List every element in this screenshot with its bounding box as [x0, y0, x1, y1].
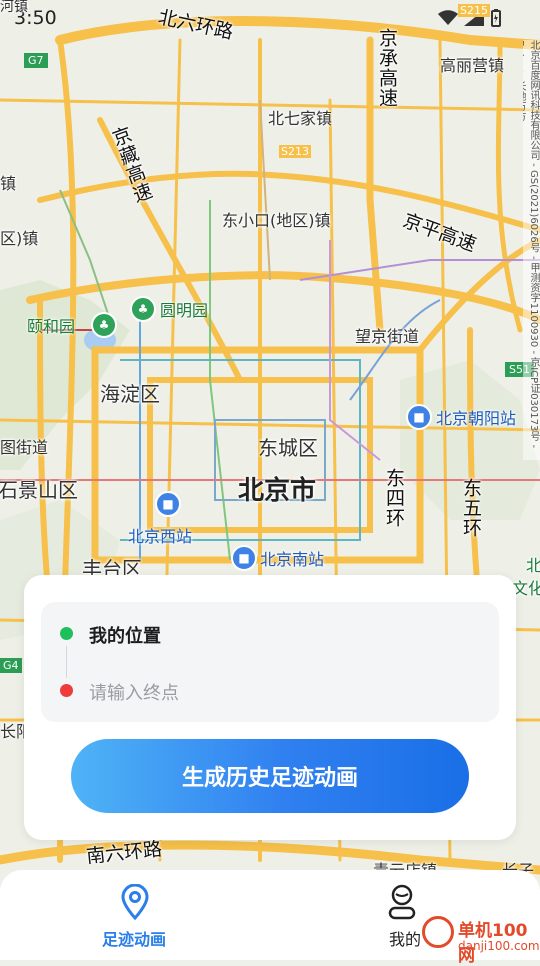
place-dongxiaokou: 东小口(地区)镇 — [222, 211, 331, 230]
poi-yiheyuan-pin[interactable]: ♣ — [91, 312, 117, 338]
train-icon: ■ — [413, 410, 425, 424]
generate-animation-button[interactable]: 生成历史足迹动画 — [71, 739, 469, 813]
location-pin-icon — [121, 884, 149, 920]
brand-logo-icon — [422, 916, 454, 948]
map-attribution: 北京百度网讯科技有限公司 - GS(2021)6026号 - 甲测资字11009… — [523, 40, 540, 460]
road-shield-s213: S213 — [279, 145, 311, 158]
place-shijingshan: 石景山区 — [0, 478, 78, 502]
park-icon: ♣ — [137, 302, 149, 316]
poi-yiheyuan[interactable]: 颐和园 — [27, 313, 75, 337]
park-icon: ♣ — [98, 318, 110, 332]
place-gaoliying: 高丽营镇 — [440, 56, 505, 75]
place-partial-wenhua: 文化 — [512, 579, 540, 598]
road-label-east5: 东五环 — [460, 478, 482, 538]
brand-url: danji100.com — [458, 939, 540, 953]
station-nanzhan-pin[interactable]: ■ — [231, 545, 257, 571]
origin-dot-icon — [60, 627, 73, 640]
route-card: 我的位置 请输入终点 生成历史足迹动画 — [24, 575, 516, 840]
place-beijing: 北京市 — [238, 476, 317, 506]
destination-dot-icon — [60, 684, 73, 697]
place-dongcheng: 东城区 — [258, 436, 318, 460]
station-xizhan[interactable]: 北京西站 — [128, 523, 192, 547]
place-partial-jiedao: 图街道 — [0, 438, 49, 457]
place-partial-qu-zhen: 区)镇 — [0, 229, 39, 248]
train-icon: ■ — [238, 551, 250, 565]
road-shield-g4: G4 — [0, 658, 22, 673]
user-icon — [388, 884, 416, 920]
battery-icon — [491, 9, 501, 27]
place-beiqijia: 北七家镇 — [268, 109, 333, 128]
brand-watermark: 单机100网 danji100.com — [420, 912, 540, 966]
road-label-east4: 东四环 — [383, 468, 405, 528]
place-partial-zhen: 镇 — [0, 174, 17, 193]
train-icon: ■ — [162, 497, 174, 511]
tab-footprint-animation[interactable]: 足迹动画 — [0, 870, 270, 960]
road-label-jingcheng: 京承高速 — [376, 28, 398, 108]
route-connector — [66, 646, 67, 678]
place-partial-bei: 北 — [526, 556, 540, 575]
road-shield-g7: G7 — [24, 53, 48, 68]
place-haidian: 海淀区 — [100, 382, 160, 406]
destination-input[interactable]: 请输入终点 — [89, 679, 179, 705]
origin-field[interactable]: 我的位置 — [89, 622, 161, 648]
station-chaoyang-pin[interactable]: ■ — [406, 404, 432, 430]
station-xizhan-pin[interactable]: ■ — [155, 491, 181, 517]
place-partial-top-left: 河镇 — [0, 0, 28, 15]
route-input-box: 我的位置 请输入终点 — [41, 602, 499, 722]
poi-yuanmingyuan-pin[interactable]: ♣ — [130, 296, 156, 322]
tab-label-footprint: 足迹动画 — [101, 930, 166, 949]
station-nanzhan[interactable]: 北京南站 — [260, 546, 324, 570]
wifi-icon — [438, 10, 458, 25]
road-shield-s215: S215 — [458, 4, 490, 17]
poi-yuanmingyuan[interactable]: 圆明园 — [160, 297, 208, 321]
station-chaoyang[interactable]: 北京朝阳站 — [436, 405, 516, 429]
place-wangjing: 望京街道 — [355, 327, 420, 346]
